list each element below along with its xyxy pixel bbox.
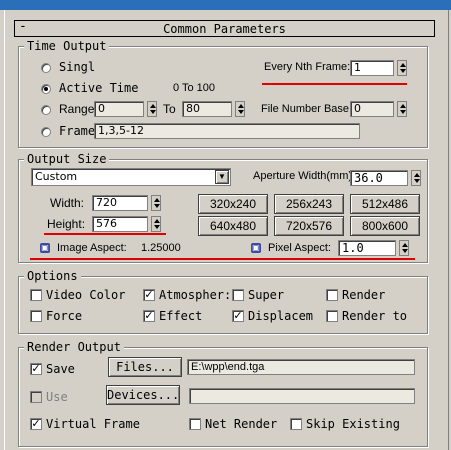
range-end-field[interactable]: 80 bbox=[182, 101, 232, 117]
every-nth-field[interactable]: 1 bbox=[350, 60, 394, 76]
force-2sided-checkbox[interactable] bbox=[30, 310, 42, 322]
displacement-label: Displacem bbox=[248, 309, 314, 323]
effects-checkbox[interactable]: ✓ bbox=[143, 310, 155, 322]
range-label: Range bbox=[59, 102, 95, 116]
render-output-label: Render Output bbox=[24, 340, 124, 354]
render-hidden-label: Render bbox=[342, 288, 386, 302]
video-color-label: Video Color bbox=[46, 288, 126, 302]
virtual-frame-checkbox[interactable]: ✓ bbox=[30, 418, 42, 430]
force-2sided-label: Force bbox=[46, 309, 83, 323]
preset-button[interactable]: 800x600 bbox=[350, 216, 420, 236]
chevron-down-icon[interactable]: ▼ bbox=[215, 170, 229, 184]
every-nth-label: Every Nth Frame: bbox=[264, 61, 351, 73]
lock-icon[interactable]: ▣ bbox=[251, 243, 261, 253]
annotation-underline bbox=[44, 233, 166, 235]
super-black-checkbox[interactable] bbox=[232, 289, 244, 301]
height-field[interactable]: 576 bbox=[92, 216, 148, 232]
width-field[interactable]: 720 bbox=[92, 195, 148, 211]
atmospheric-label: Atmospher: bbox=[159, 288, 232, 302]
height-spinner[interactable] bbox=[151, 216, 161, 232]
preset-button[interactable]: 320x240 bbox=[198, 194, 268, 214]
width-spinner[interactable] bbox=[151, 195, 161, 211]
height-label: Height: bbox=[47, 217, 86, 231]
net-render-label: Net Render bbox=[205, 417, 278, 431]
preset-button[interactable]: 640x480 bbox=[198, 216, 268, 236]
preset-button[interactable]: 256x243 bbox=[274, 194, 344, 214]
single-radio[interactable] bbox=[41, 63, 51, 73]
rollout-title: Common Parameters bbox=[163, 22, 286, 36]
window-titlebar bbox=[0, 0, 451, 10]
video-color-checkbox[interactable] bbox=[30, 289, 42, 301]
time-output-label: Time Output bbox=[24, 39, 110, 53]
options-label: Options bbox=[24, 269, 81, 283]
width-label: Width: bbox=[50, 196, 85, 210]
active-time-range: 0 To 100 bbox=[173, 82, 216, 94]
every-nth-spinner[interactable] bbox=[397, 60, 407, 76]
range-start-field[interactable]: 0 bbox=[94, 101, 144, 117]
single-label: Singl bbox=[59, 60, 96, 74]
file-number-base-label: File Number Base: bbox=[261, 103, 353, 115]
atmospheric-checkbox[interactable]: ✓ bbox=[143, 289, 155, 301]
save-label: Save bbox=[46, 362, 75, 376]
active-time-label: Active Time bbox=[59, 81, 139, 95]
super-black-label: Super bbox=[248, 288, 285, 302]
range-to-label: To bbox=[163, 102, 176, 116]
use-device-label: Use bbox=[46, 390, 68, 404]
output-size-label: Output Size bbox=[24, 152, 110, 166]
output-file-path: E:\wpp\end.tga bbox=[187, 359, 415, 375]
image-aspect-value: 1.25000 bbox=[141, 242, 181, 254]
range-end-spinner[interactable] bbox=[235, 101, 245, 117]
frames-field[interactable]: 1,3,5-12 bbox=[94, 123, 360, 139]
image-aspect-label: Image Aspect: bbox=[57, 242, 127, 254]
pixel-aspect-label: Pixel Aspect: bbox=[268, 242, 331, 254]
virtual-frame-label: Virtual Frame bbox=[46, 417, 140, 431]
net-render-checkbox[interactable] bbox=[189, 418, 201, 430]
skip-existing-label: Skip Existing bbox=[306, 417, 400, 431]
render-to-fields-checkbox[interactable] bbox=[326, 310, 338, 322]
annotation-underline bbox=[262, 83, 407, 85]
save-checkbox[interactable]: ✓ bbox=[30, 363, 42, 375]
frames-radio[interactable] bbox=[41, 127, 51, 137]
use-device-checkbox[interactable] bbox=[30, 391, 42, 403]
pixel-aspect-spinner[interactable] bbox=[399, 240, 409, 256]
devices-button[interactable]: Devices... bbox=[106, 385, 180, 405]
range-start-spinner[interactable] bbox=[147, 101, 157, 117]
device-field bbox=[189, 388, 415, 404]
preset-button[interactable]: 720x576 bbox=[274, 216, 344, 236]
preset-value: Custom bbox=[35, 170, 78, 183]
range-radio[interactable] bbox=[41, 105, 51, 115]
preset-dropdown[interactable]: Custom bbox=[31, 168, 231, 186]
aperture-width-field[interactable]: 36.0 bbox=[350, 170, 408, 186]
pixel-aspect-field[interactable]: 1.0 bbox=[338, 240, 396, 256]
files-button[interactable]: Files... bbox=[108, 357, 182, 377]
effects-label: Effect bbox=[159, 309, 203, 323]
file-number-base-field[interactable]: 0 bbox=[350, 101, 394, 117]
options-group bbox=[18, 276, 428, 334]
lock-icon[interactable]: ▣ bbox=[40, 243, 50, 253]
rollout-header[interactable]: - Common Parameters bbox=[14, 19, 435, 37]
aperture-width-spinner[interactable] bbox=[411, 170, 421, 186]
preset-button[interactable]: 512x486 bbox=[350, 194, 420, 214]
render-to-fields-label: Render to bbox=[342, 309, 408, 323]
file-number-base-spinner[interactable] bbox=[397, 101, 407, 117]
active-time-radio[interactable] bbox=[41, 84, 51, 94]
skip-existing-checkbox[interactable] bbox=[290, 418, 302, 430]
render-hidden-checkbox[interactable] bbox=[326, 289, 338, 301]
annotation-underline bbox=[30, 258, 415, 260]
displacement-checkbox[interactable]: ✓ bbox=[232, 310, 244, 322]
aperture-width-label: Aperture Width(mm): bbox=[253, 170, 356, 182]
frames-label: Frame bbox=[59, 124, 96, 138]
